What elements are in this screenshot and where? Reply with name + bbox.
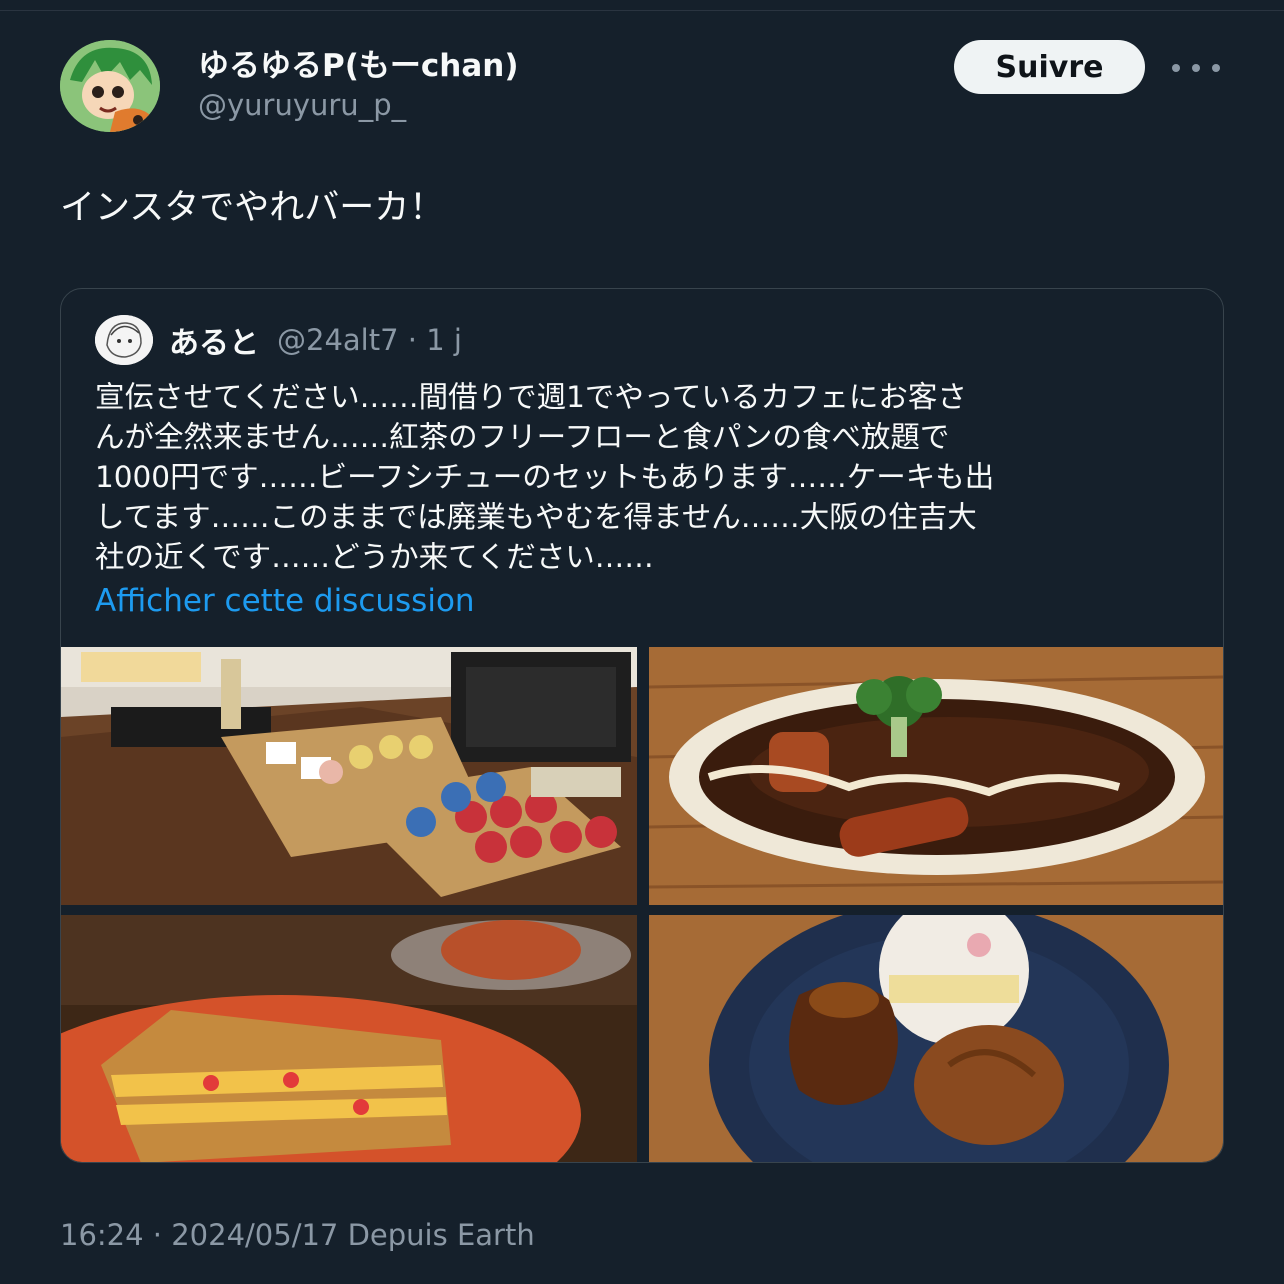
quoted-author-meta[interactable]: @24alt7 · 1 j xyxy=(277,323,462,357)
tweet-text: インスタでやれバーカ！ xyxy=(60,188,445,228)
photo-millefeuille-tea[interactable] xyxy=(61,915,637,1162)
quoted-text: 宣伝させてください……間借りで週1でやっているカフェにお客さ んが全然来ません…… xyxy=(95,377,1195,577)
quoted-header: あると @24alt7 · 1 j xyxy=(95,315,462,365)
quoted-tweet[interactable]: あると @24alt7 · 1 j 宣伝させてください……間借りで週1でやってい… xyxy=(60,288,1224,1163)
author-names: ゆるゆるP(もーchan) @yuruyuru_p_ xyxy=(198,46,519,124)
follow-button[interactable]: Suivre xyxy=(954,40,1145,94)
more-dot xyxy=(1172,64,1180,72)
quoted-text-line: 宣伝させてください……間借りで週1でやっているカフェにお客さ xyxy=(95,380,967,414)
quoted-text-line: 社の近くです……どうか来てください…… xyxy=(95,540,654,574)
photo-cafe-counter[interactable] xyxy=(61,647,637,905)
tweet-timestamp-source[interactable]: 16:24 · 2024/05/17 Depuis Earth xyxy=(60,1218,535,1252)
author-handle[interactable]: @yuruyuru_p_ xyxy=(198,86,519,124)
more-options-icon[interactable] xyxy=(1172,48,1220,88)
photo-pastries-plate[interactable] xyxy=(649,915,1223,1162)
media-grid xyxy=(61,647,1223,1162)
photo-beef-stew[interactable] xyxy=(649,647,1223,905)
more-dot xyxy=(1212,64,1220,72)
quoted-avatar[interactable] xyxy=(95,315,153,365)
more-dot xyxy=(1192,64,1200,72)
quoted-author-name[interactable]: あると xyxy=(169,318,259,362)
author-display-name[interactable]: ゆるゆるP(もーchan) xyxy=(198,46,519,86)
quoted-text-line: 1000円です……ビーフシチューのセットもあります……ケーキも出 xyxy=(95,460,995,494)
quoted-text-line: んが全然来ません……紅茶のフリーフローと食パンの食べ放題で xyxy=(95,420,950,454)
show-thread-link[interactable]: Afficher cette discussion xyxy=(95,583,475,619)
author-avatar[interactable] xyxy=(60,40,160,132)
tweet-header: ゆるゆるP(もーchan) @yuruyuru_p_ Suivre xyxy=(60,40,1230,132)
top-divider xyxy=(0,10,1284,11)
quoted-text-line: してます……このままでは廃業もやむを得ません……大阪の住吉大 xyxy=(95,500,977,534)
